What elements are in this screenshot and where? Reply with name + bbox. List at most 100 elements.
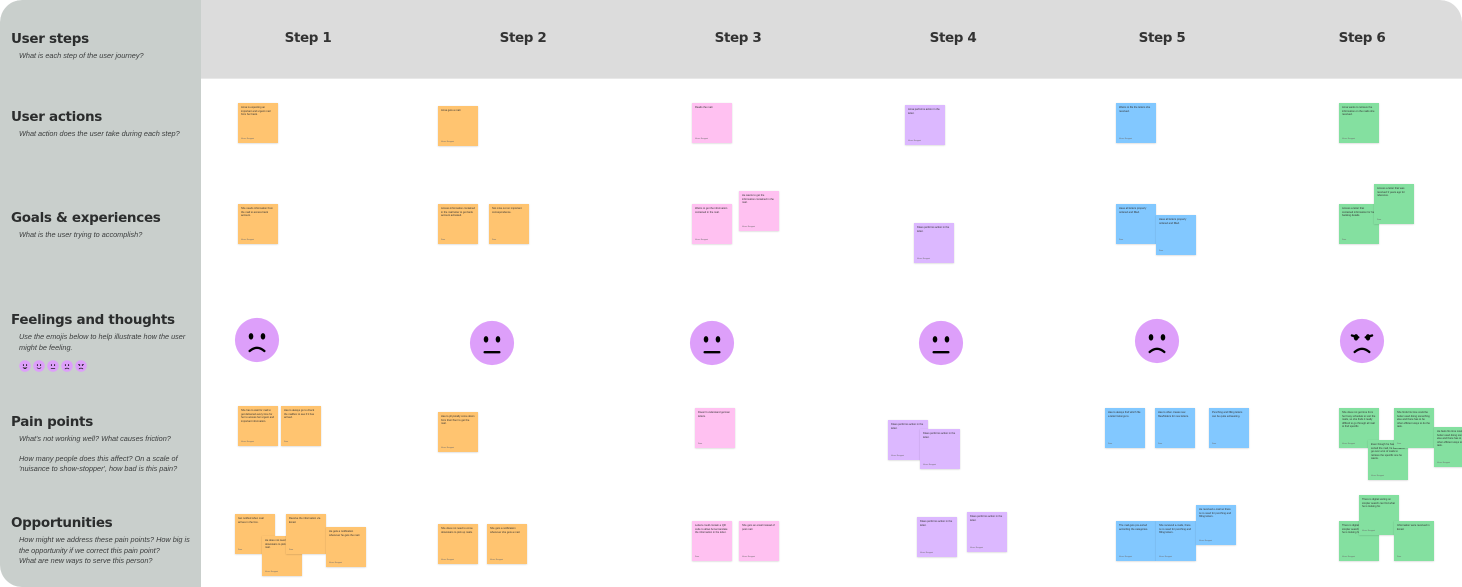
sticky-note-text: Information were received in Email. xyxy=(1397,524,1430,531)
sticky-note-author: Varun Sangani xyxy=(265,571,279,573)
sticky-note-goals-step-3[interactable]: Wants to get the information contained i… xyxy=(692,204,732,244)
sticky-note-pain-step-4[interactable]: Klaus performs action in the letter. Varu… xyxy=(920,429,960,469)
sticky-note-text: Klaus performs action in the letter. xyxy=(917,226,950,233)
sticky-note-opp-step-4[interactable]: Klaus performs action in the letter. Varu… xyxy=(967,512,1007,552)
row-description: How might we address these pain points? … xyxy=(19,535,190,555)
sticky-note-author: Varun Sangani xyxy=(1119,138,1133,140)
sticky-note-text: Anna performs action in the letter. xyxy=(908,108,940,115)
sticky-note-author: Sam xyxy=(1397,443,1402,445)
row-title: Feelings and thoughts xyxy=(11,312,175,328)
sticky-note-author: Varun Sangani xyxy=(695,138,709,140)
sticky-note-actions-step-2[interactable]: Anna gets a mail. Varun Sangani xyxy=(438,106,478,146)
sticky-note-opp-step-4[interactable]: Klaus performs action in the letter. Varu… xyxy=(917,517,957,557)
sticky-note-actions-step-3[interactable]: Reads the mail. Varun Sangani xyxy=(692,103,732,143)
sticky-note-goals-step-3[interactable]: He wants to get the information containe… xyxy=(739,191,779,231)
steps-header xyxy=(201,0,1462,79)
sticky-note-text: She does not need to come downstairs to … xyxy=(441,527,473,534)
row-label-opportunities: Opportunities How might we address these… xyxy=(11,515,196,567)
sticky-note-text: Has to always find which file a letter b… xyxy=(1108,411,1141,418)
sticky-note-author: Varun Sangani xyxy=(1159,556,1173,558)
neutral-emoji-icon[interactable] xyxy=(918,320,964,366)
sticky-note-goals-step-5[interactable]: Have all letters properly ordered and fi… xyxy=(1116,204,1156,244)
sticky-note-text: Has to often create new files/folders fo… xyxy=(1158,411,1189,418)
row-description: How many people does this affect? On a s… xyxy=(19,453,178,474)
sticky-note-author: Varun Sangani xyxy=(441,141,455,143)
sticky-note-goals-step-2[interactable]: Access information contained in the mail… xyxy=(438,204,478,244)
neutral-emoji-icon[interactable] xyxy=(47,359,59,372)
sticky-note-goals-step-5[interactable]: Have all letters properly ordered and fi… xyxy=(1156,215,1196,255)
sticky-note-opp-step-5[interactable]: He received e-mail so there is no need f… xyxy=(1196,505,1236,545)
sticky-note-opp-step-2[interactable]: She gets a notification whenever she get… xyxy=(487,524,527,564)
sticky-note-actions-step-4[interactable]: Anna performs action in the letter. Varun… xyxy=(905,105,945,145)
sticky-note-author: Varun Sangani xyxy=(970,547,984,549)
sticky-note-pain-step-2[interactable]: Has to physically come down from their f… xyxy=(438,412,478,452)
sticky-note-author: Varun Sangani xyxy=(742,556,756,558)
sticky-note-opp-step-2[interactable]: She does not need to come downstairs to … xyxy=(438,524,478,564)
sticky-note-text: The mail gets pre-sorted according the c… xyxy=(1119,524,1148,531)
sticky-note-goals-step-4[interactable]: Klaus performs action in the letter. Varu… xyxy=(914,223,954,263)
neutral-emoji-icon[interactable] xyxy=(689,320,735,366)
sticky-note-goals-step-6[interactable]: Access a letter that was received 3 year… xyxy=(1374,184,1414,224)
row-title: Pain points xyxy=(11,414,93,430)
step-header-4: Step 4 xyxy=(929,30,977,46)
sticky-note-text: Access a letter that contained informati… xyxy=(1342,207,1376,218)
sticky-note-goals-step-1[interactable]: She needs information from the mail to a… xyxy=(238,204,278,244)
sticky-note-pain-step-1[interactable]: Has to always go to check the mailbox to… xyxy=(281,406,321,446)
sticky-note-pain-step-6[interactable]: She finds his time could be better used … xyxy=(1394,408,1434,448)
row-description: Use the emojis below to help illustrate … xyxy=(19,332,186,352)
sticky-note-author: Varun Sangani xyxy=(1342,443,1356,445)
angry-emoji-icon[interactable] xyxy=(75,359,87,372)
sticky-note-opp-step-5[interactable]: She received e-mails, there is no need f… xyxy=(1156,521,1196,561)
sticky-note-goals-step-6[interactable]: Access a letter that contained informati… xyxy=(1339,204,1379,244)
sticky-note-author: Sam xyxy=(695,556,700,558)
sticky-note-pain-step-5[interactable]: Punching and filling letters can be quit… xyxy=(1209,408,1249,448)
sticky-note-author: Sam xyxy=(441,239,446,241)
sticky-note-text: Klaus performs action in the letter. xyxy=(923,432,956,439)
sad-emoji-icon[interactable] xyxy=(1134,318,1180,364)
step-header-2: Step 2 xyxy=(499,30,547,46)
sticky-note-opp-step-1[interactable]: Receive the information via Email. Sam xyxy=(286,514,326,554)
sticky-note-opp-step-3[interactable]: She gets an email instead of post mail. V… xyxy=(739,521,779,561)
sticky-note-text: Anna wants to retrieve the information o… xyxy=(1342,106,1375,117)
sticky-note-pain-step-5[interactable]: Has to often create new files/folders fo… xyxy=(1155,408,1195,448)
neutral-emoji-icon[interactable] xyxy=(469,320,515,366)
sticky-note-opp-step-6[interactable]: Information were received in Email. Sam xyxy=(1394,521,1434,561)
sticky-note-author: Sam xyxy=(1119,239,1124,241)
sticky-note-pain-step-3[interactable]: Doesn't understand german letters. Sam xyxy=(695,408,735,448)
sticky-note-text: Doesn't understand german letters. xyxy=(698,411,730,418)
row-label-user-steps: User steps What is each step of the user… xyxy=(11,31,196,62)
sticky-note-actions-step-6[interactable]: Anna wants to retrieve the information o… xyxy=(1339,103,1379,143)
sad-emoji-icon[interactable] xyxy=(234,317,280,363)
row-title: Goals & experiences xyxy=(11,210,161,226)
sticky-note-actions-step-1[interactable]: Anna is expecting an important and urgen… xyxy=(238,103,278,143)
sticky-note-actions-step-5[interactable]: Wants to file the letters she received. V… xyxy=(1116,103,1156,143)
sticky-note-text: She received e-mails, there is no need f… xyxy=(1159,524,1192,535)
sticky-note-pain-step-6[interactable]: He feels his time could be better used d… xyxy=(1434,427,1462,467)
sticky-note-pain-step-1[interactable]: She has to wait for mail to get delivere… xyxy=(238,406,278,446)
sad-emoji-icon[interactable] xyxy=(61,359,73,372)
sticky-note-opp-step-5[interactable]: The mail gets pre-sorted according the c… xyxy=(1116,521,1156,561)
sticky-note-text: Anna gets a mail. xyxy=(441,109,462,112)
sticky-note-author: Varun Sangani xyxy=(1342,138,1356,140)
sticky-note-text: Anna is expecting an important and urgen… xyxy=(241,106,271,117)
sticky-note-author: Varun Sangani xyxy=(1199,540,1213,542)
sticky-note-author: Varun Sangani xyxy=(441,447,455,449)
sticky-note-opp-step-1[interactable]: He gets a notification whenever he gets … xyxy=(326,527,366,567)
sticky-note-opp-step-3[interactable]: Letters could contain a QR code to allow… xyxy=(692,521,732,561)
sticky-note-author: Varun Sangani xyxy=(923,464,937,466)
sticky-note-opp-step-6[interactable]: There is digital sorting on simpler sear… xyxy=(1359,495,1399,535)
sticky-note-pain-step-5[interactable]: Has to always find which file a letter b… xyxy=(1105,408,1145,448)
very-happy-emoji-icon[interactable] xyxy=(19,359,31,372)
row-description: What is each step of the user journey? xyxy=(19,51,144,60)
sticky-note-author: Sam xyxy=(284,441,289,443)
sticky-note-author: Sam xyxy=(1212,443,1217,445)
happy-emoji-icon[interactable] xyxy=(33,359,45,372)
sticky-note-author: Sam xyxy=(698,443,703,445)
sticky-note-author: Varun Sangani xyxy=(241,138,255,140)
sticky-note-goals-step-2[interactable]: Not miss out on important correspondence… xyxy=(489,204,529,244)
sticky-note-author: Varun Sangani xyxy=(490,559,504,561)
angry-emoji-icon[interactable] xyxy=(1339,318,1385,364)
sticky-note-text: She gets an email instead of post mail. xyxy=(742,524,775,531)
sticky-note-author: Sam xyxy=(1377,219,1382,221)
step-header-1: Step 1 xyxy=(284,30,332,46)
